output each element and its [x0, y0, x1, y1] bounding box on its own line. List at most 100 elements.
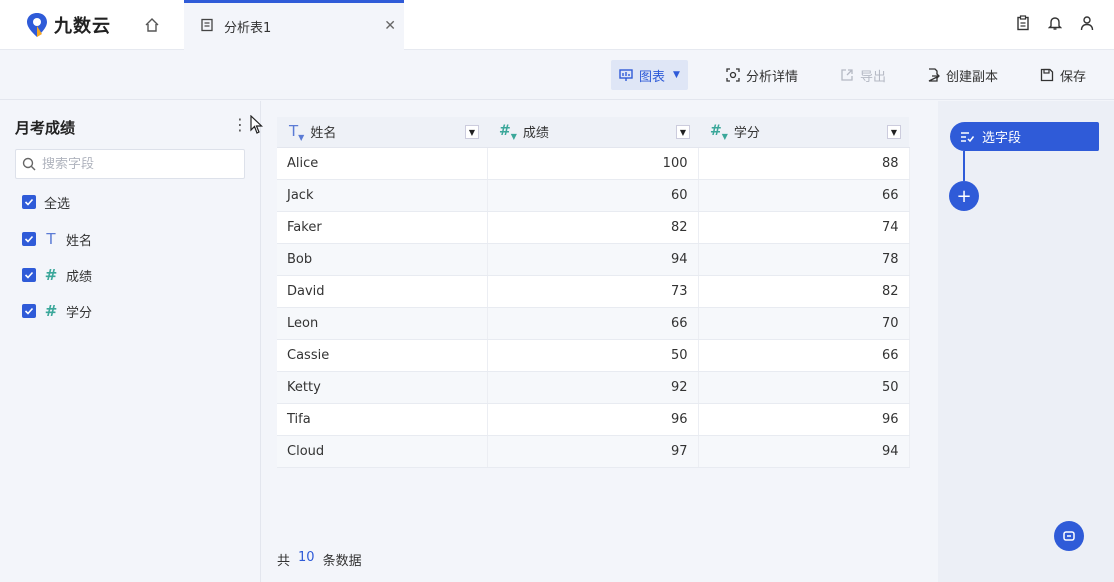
number-type-icon: #▼: [499, 122, 517, 141]
number-type-icon: #: [44, 266, 58, 284]
table-cell[interactable]: 73: [487, 275, 699, 308]
column-header-label: 姓名: [310, 126, 337, 142]
field-item-name[interactable]: T 姓名: [22, 229, 92, 249]
number-type-icon: #▼: [710, 122, 728, 141]
list-check-icon: [961, 131, 974, 142]
chart-button[interactable]: 图表 ▼: [611, 60, 688, 90]
column-header-score[interactable]: #▼ 成绩 ▼: [487, 117, 698, 148]
bell-icon[interactable]: [1046, 14, 1064, 32]
table-cell[interactable]: 96: [487, 403, 699, 436]
table-cell[interactable]: 88: [698, 147, 910, 180]
chart-icon: [619, 69, 633, 81]
table-cell[interactable]: 66: [698, 339, 910, 372]
table-cell[interactable]: David: [277, 275, 488, 308]
save-icon: [1040, 68, 1054, 82]
top-bar: 九数云 分析表1 ✕: [0, 0, 1114, 50]
table-cell[interactable]: Bob: [277, 243, 488, 276]
text-type-icon: T: [46, 230, 56, 248]
table-cell[interactable]: 66: [698, 179, 910, 212]
field-item-score[interactable]: # 成绩: [22, 265, 92, 285]
table-row: Leon 66 70: [277, 307, 910, 340]
table-cell[interactable]: 97: [487, 435, 699, 468]
table-cell[interactable]: Cloud: [277, 435, 488, 468]
create-copy-button[interactable]: 创建副本: [918, 60, 1006, 90]
user-icon[interactable]: [1078, 14, 1096, 32]
checkbox-checked-icon: [22, 195, 36, 209]
text-type-icon: T▼: [289, 121, 305, 142]
table-cell[interactable]: Faker: [277, 211, 488, 244]
table-cell[interactable]: 94: [487, 243, 699, 276]
table-cell[interactable]: Alice: [277, 147, 488, 180]
search-input[interactable]: [42, 156, 232, 172]
column-header-name[interactable]: T▼ 姓名 ▼: [277, 117, 487, 148]
support-chat-button[interactable]: [1054, 521, 1084, 551]
table-cell[interactable]: Leon: [277, 307, 488, 340]
table-cell[interactable]: 50: [698, 371, 910, 404]
tab-analysis-1[interactable]: 分析表1 ✕: [184, 0, 404, 50]
save-button[interactable]: 保存: [1032, 60, 1094, 90]
table-cell[interactable]: 74: [698, 211, 910, 244]
table-cell[interactable]: 70: [698, 307, 910, 340]
checkbox-checked-icon: [22, 232, 36, 246]
app-logo[interactable]: 九数云: [26, 12, 111, 38]
checkbox-checked-icon: [22, 304, 36, 318]
column-header-label: 成绩: [522, 126, 549, 142]
add-step-button[interactable]: +: [949, 181, 979, 211]
close-icon[interactable]: ✕: [384, 18, 396, 34]
export-label: 导出: [860, 69, 887, 85]
logo-icon: [26, 12, 48, 38]
table-cell[interactable]: Tifa: [277, 403, 488, 436]
table-cell[interactable]: Ketty: [277, 371, 488, 404]
select-all-label: 全选: [44, 196, 71, 212]
table-cell[interactable]: 60: [487, 179, 699, 212]
table-row: Cloud 97 94: [277, 435, 910, 468]
table-row: Cassie 50 66: [277, 339, 910, 372]
table-row: Jack 60 66: [277, 179, 910, 212]
table-cell[interactable]: 92: [487, 371, 699, 404]
panel-divider: [260, 101, 261, 582]
row-count: 共 10 条数据: [277, 550, 362, 569]
create-copy-label: 创建副本: [946, 69, 999, 85]
column-dropdown-icon[interactable]: ▼: [465, 125, 479, 139]
column-header-label: 学分: [733, 126, 760, 142]
table-cell[interactable]: 78: [698, 243, 910, 276]
column-dropdown-icon[interactable]: ▼: [676, 125, 690, 139]
field-label: 成绩: [66, 269, 93, 285]
table-cell[interactable]: 66: [487, 307, 699, 340]
table-row: Tifa 96 96: [277, 403, 910, 436]
table-cell[interactable]: 82: [698, 275, 910, 308]
tab-label: 分析表1: [224, 21, 272, 36]
table-cell[interactable]: 100: [487, 147, 699, 180]
row-count-suffix: 条数据: [322, 554, 362, 569]
field-label: 学分: [66, 305, 93, 321]
table-row: David 73 82: [277, 275, 910, 308]
table-cell[interactable]: 50: [487, 339, 699, 372]
document-icon: [200, 18, 214, 36]
scan-icon: [726, 68, 740, 82]
home-button[interactable]: [140, 14, 164, 36]
export-icon: [841, 69, 853, 81]
field-label: 姓名: [66, 233, 93, 249]
table-cell[interactable]: Jack: [277, 179, 488, 212]
search-icon: [22, 157, 36, 171]
table-cell[interactable]: 82: [487, 211, 699, 244]
select-all-checkbox[interactable]: 全选: [22, 192, 70, 212]
table-row: Faker 82 74: [277, 211, 910, 244]
save-label: 保存: [1060, 69, 1087, 85]
field-search[interactable]: [15, 149, 245, 179]
analysis-detail-label: 分析详情: [746, 69, 799, 85]
export-button[interactable]: 导出: [832, 60, 894, 90]
clipboard-icon[interactable]: [1014, 14, 1032, 32]
dataset-title: 月考成绩: [15, 119, 76, 137]
analysis-detail-button[interactable]: 分析详情: [718, 60, 806, 90]
more-vertical-icon[interactable]: ⋮: [232, 115, 248, 134]
caret-down-icon: ▼: [673, 70, 680, 80]
checkbox-checked-icon: [22, 268, 36, 282]
column-dropdown-icon[interactable]: ▼: [887, 125, 901, 139]
column-header-credit[interactable]: #▼ 学分 ▼: [698, 117, 909, 148]
step-select-fields[interactable]: 选字段: [950, 122, 1099, 151]
field-item-credit[interactable]: # 学分: [22, 301, 92, 321]
table-cell[interactable]: 96: [698, 403, 910, 436]
table-cell[interactable]: Cassie: [277, 339, 488, 372]
table-cell[interactable]: 94: [698, 435, 910, 468]
